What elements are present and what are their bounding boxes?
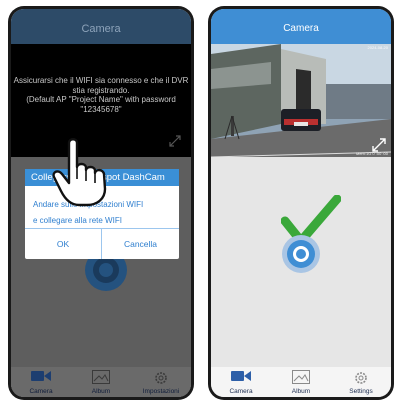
video-camera-icon <box>31 371 51 381</box>
message-line: stia registrando. <box>72 85 130 95</box>
expand-icon[interactable] <box>169 135 181 147</box>
record-button[interactable] <box>281 234 321 274</box>
tab-label: Settings <box>349 388 373 395</box>
timestamp-overlay: 2024-08-20 <box>367 45 388 50</box>
message-line: (Default AP "Project Name" with password <box>26 95 176 104</box>
tab-album[interactable]: Album <box>271 367 331 397</box>
cancel-button[interactable]: Cancella <box>102 229 179 259</box>
message-line: "12345678" <box>80 104 122 114</box>
message-line: Assicurarsi che il WIFI sia connesso e c… <box>13 76 189 85</box>
header-title: Camera <box>81 23 121 35</box>
image-icon <box>92 370 110 384</box>
tab-label: Album <box>91 388 111 395</box>
connection-message: Assicurarsi che il WIFI sia connesso e c… <box>13 76 189 114</box>
tab-settings[interactable]: Settings <box>331 367 391 397</box>
header-title: Camera <box>283 23 319 34</box>
app-header: Camera <box>11 9 191 44</box>
right-screen: Camera 2024-08-20 Mem:1G 0 :00:00 Camer… <box>211 9 391 397</box>
right-phone: Camera 2024-08-20 Mem:1G 0 :00:00 Camer… <box>208 6 394 400</box>
expand-icon[interactable] <box>372 138 386 152</box>
tab-label: Album <box>291 388 311 395</box>
gear-icon <box>355 372 367 384</box>
dialog-message-line: e collegare alla rete WIFI <box>33 216 122 225</box>
tab-label: Camera <box>29 388 53 395</box>
left-screen: Camera Assicurarsi che il WIFI sia conne… <box>11 9 191 397</box>
tab-settings[interactable]: Impostazioni <box>131 367 191 397</box>
tab-label: Camera <box>229 388 253 395</box>
dialog-buttons: OK Cancella <box>25 228 179 259</box>
camera-feed-image <box>211 44 391 157</box>
bottom-tab-bar: Camera Album Settings <box>211 367 391 397</box>
gear-icon <box>155 372 167 384</box>
tab-label: Impostazioni <box>142 388 180 395</box>
live-video-preview[interactable]: 2024-08-20 Mem:1G 0 :00 :00 <box>211 44 391 157</box>
ok-button[interactable]: OK <box>25 229 102 259</box>
bottom-tab-bar: Camera Album Impostazioni <box>11 367 191 397</box>
pointing-hand-icon <box>52 138 107 207</box>
app-header: Camera <box>211 9 391 44</box>
image-icon <box>292 370 310 384</box>
tab-camera[interactable]: Camera <box>211 367 271 397</box>
left-phone: Camera Assicurarsi che il WIFI sia conne… <box>8 6 194 400</box>
video-camera-icon <box>231 371 251 381</box>
tab-album[interactable]: Album <box>71 367 131 397</box>
tab-camera[interactable]: Camera <box>11 367 71 397</box>
